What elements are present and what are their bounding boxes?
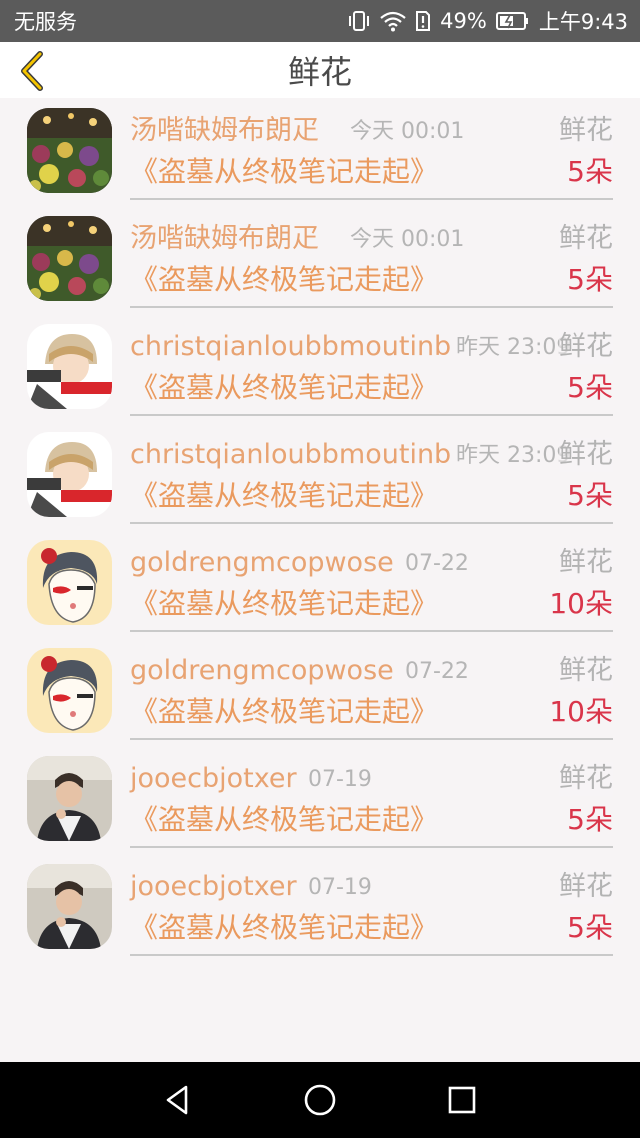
page-title: 鲜花 [287, 53, 352, 91]
row-content: 汤喈缺姆布朗疋 今天 00:01 鲜花《盗墓从终极笔记走起》 5朵 [130, 100, 613, 200]
vibrate-icon [347, 10, 371, 32]
back-triangle-icon [166, 1085, 188, 1115]
avatar[interactable] [27, 756, 112, 841]
row-content: jooecbjotxer 07-19 鲜花《盗墓从终极笔记走起》 5朵 [130, 856, 613, 956]
gift-time: 07-22 [405, 551, 469, 576]
row-content: christqianloubbmoutinb 昨天 23:09 鲜花《盗墓从终极笔记… [130, 316, 613, 416]
avatar[interactable] [27, 540, 112, 625]
avatar[interactable] [27, 108, 112, 193]
status-icons: 49% 上午9:43 [347, 6, 628, 36]
flower-count: 5朵 [567, 479, 613, 512]
user-name[interactable]: jooecbjotxer [130, 870, 297, 904]
avatar[interactable] [27, 216, 112, 301]
gift-type-label: 鲜花 [559, 114, 613, 148]
nav-home-button[interactable] [300, 1080, 340, 1120]
book-title[interactable]: 《盗墓从终极笔记走起》 [130, 802, 438, 838]
list-item[interactable]: goldrengmcopwose 07-22 鲜花《盗墓从终极笔记走起》 10朵 [0, 640, 640, 748]
user-name[interactable]: christqianloubbmoutinb [130, 330, 451, 364]
status-bar: 无服务 49% 上午9:43 [0, 0, 640, 42]
gift-type-label: 鲜花 [559, 762, 613, 796]
list-item[interactable]: jooecbjotxer 07-19 鲜花《盗墓从终极笔记走起》 5朵 [0, 748, 640, 856]
nav-back-button[interactable] [158, 1080, 198, 1120]
gift-list: 汤喈缺姆布朗疋 今天 00:01 鲜花 《盗墓从终极笔记走起》 5朵 汤喈缺姆布朗疋 今天 … [0, 100, 640, 964]
user-name[interactable]: christqianloubbmoutinb [130, 438, 451, 472]
row-content: goldrengmcopwose 07-22 鲜花《盗墓从终极笔记走起》 10朵 [130, 640, 613, 740]
gift-time: 07-22 [405, 659, 469, 684]
app-header: 鲜花 [0, 42, 640, 98]
book-title[interactable]: 《盗墓从终极笔记走起》 [130, 586, 438, 622]
system-nav-bar [0, 1062, 640, 1138]
gift-time: 昨天 23:09 [456, 335, 571, 360]
list-item[interactable]: christqianloubbmoutinb 昨天 23:09 鲜花《盗墓从终极笔记… [0, 316, 640, 424]
list-item[interactable]: goldrengmcopwose 07-22 鲜花《盗墓从终极笔记走起》 10朵 [0, 532, 640, 640]
user-name[interactable]: jooecbjotxer [130, 762, 297, 796]
gift-time: 昨天 23:09 [456, 443, 571, 468]
battery-percent: 49% [440, 9, 487, 33]
gift-time: 今天 00:01 [350, 119, 465, 144]
row-content: jooecbjotxer 07-19 鲜花《盗墓从终极笔记走起》 5朵 [130, 748, 613, 848]
recents-square-icon [448, 1086, 476, 1114]
gift-time: 07-19 [308, 767, 372, 792]
avatar[interactable] [27, 324, 112, 409]
flower-count: 5朵 [567, 911, 613, 944]
book-title[interactable]: 《盗墓从终极笔记走起》 [130, 694, 438, 730]
flower-count: 10朵 [549, 587, 613, 620]
book-title[interactable]: 《盗墓从终极笔记走起》 [130, 370, 438, 406]
gift-type-label: 鲜花 [559, 438, 613, 472]
book-title[interactable]: 《盗墓从终极笔记走起》 [130, 262, 438, 298]
wifi-icon [380, 10, 406, 32]
flower-count: 5朵 [567, 371, 613, 404]
row-content: goldrengmcopwose 07-22 鲜花《盗墓从终极笔记走起》 10朵 [130, 532, 613, 632]
gift-time: 07-19 [308, 875, 372, 900]
user-name[interactable]: goldrengmcopwose [130, 654, 394, 688]
avatar[interactable] [27, 648, 112, 733]
flower-count: 10朵 [549, 695, 613, 728]
book-title[interactable]: 《盗墓从终极笔记走起》 [130, 154, 438, 190]
flower-count: 5朵 [567, 263, 613, 296]
book-title[interactable]: 《盗墓从终极笔记走起》 [130, 478, 438, 514]
clock-text: 上午9:43 [538, 10, 628, 34]
carrier-text: 无服务 [14, 10, 77, 34]
user-name[interactable]: 汤喈缺姆布朗疋 [130, 114, 319, 148]
home-circle-icon [304, 1084, 336, 1116]
nav-recents-button[interactable] [442, 1080, 482, 1120]
list-item[interactable]: 汤喈缺姆布朗疋 今天 00:01 鲜花《盗墓从终极笔记走起》 5朵 [0, 208, 640, 316]
gift-type-label: 鲜花 [559, 546, 613, 580]
user-name[interactable]: goldrengmcopwose [130, 546, 394, 580]
gift-type-label: 鲜花 [559, 870, 613, 904]
user-name[interactable]: 汤喈缺姆布朗疋 [130, 222, 319, 256]
row-content: christqianloubbmoutinb 昨天 23:09 鲜花《盗墓从终极笔记… [130, 424, 613, 524]
avatar[interactable] [27, 864, 112, 949]
battery-icon [495, 11, 530, 31]
row-content: 汤喈缺姆布朗疋 今天 00:01 鲜花《盗墓从终极笔记走起》 5朵 [130, 208, 613, 308]
gift-type-label: 鲜花 [559, 330, 613, 364]
avatar[interactable] [27, 432, 112, 517]
gift-type-label: 鲜花 [559, 222, 613, 256]
gift-time: 今天 00:01 [350, 227, 465, 252]
gift-type-label: 鲜花 [559, 654, 613, 688]
book-title[interactable]: 《盗墓从终极笔记走起》 [130, 910, 438, 946]
list-item[interactable]: 汤喈缺姆布朗疋 今天 00:01 鲜花《盗墓从终极笔记走起》 5朵 [0, 100, 640, 208]
flower-count: 5朵 [567, 803, 613, 836]
list-item[interactable]: christqianloubbmoutinb 昨天 23:09 鲜花《盗墓从终极笔记… [0, 424, 640, 532]
sim-alert-icon [415, 10, 431, 32]
flower-count: 5朵 [567, 155, 613, 188]
list-item[interactable]: jooecbjotxer 07-19 鲜花《盗墓从终极笔记走起》 5朵 [0, 856, 640, 964]
